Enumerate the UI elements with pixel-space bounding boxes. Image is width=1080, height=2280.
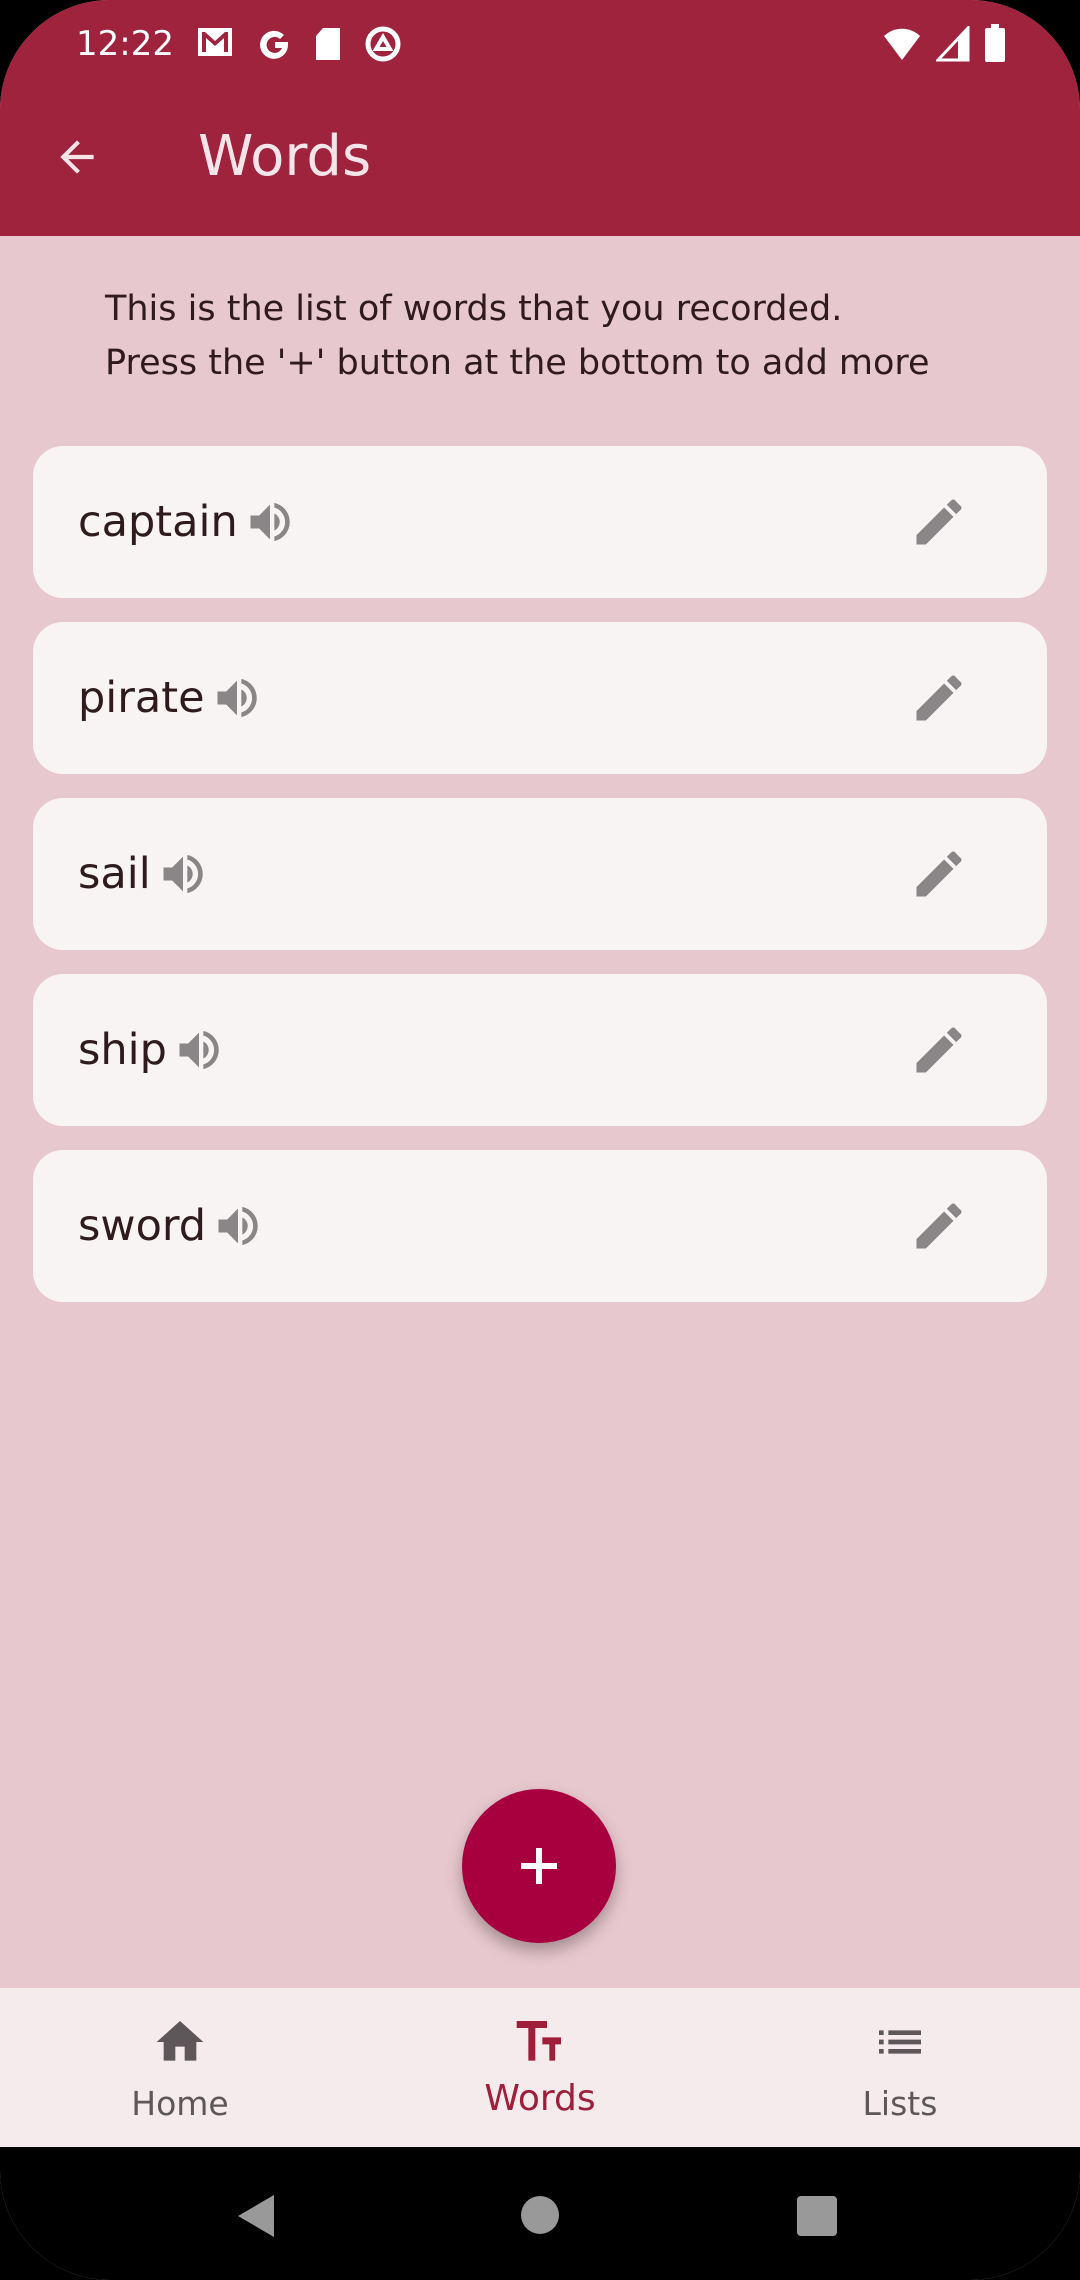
word-label: captain — [78, 497, 238, 547]
word-row: ship — [78, 1024, 225, 1076]
sd-card-icon — [315, 28, 340, 60]
word-row: sail — [78, 848, 209, 900]
speaker-icon[interactable] — [157, 848, 209, 900]
edit-icon[interactable] — [909, 1020, 969, 1080]
edit-icon[interactable] — [909, 668, 969, 728]
list-icon — [879, 2030, 921, 2054]
word-label: sail — [78, 849, 151, 899]
signal-icon — [936, 26, 970, 62]
speaker-icon[interactable] — [212, 1200, 264, 1252]
add-word-button[interactable] — [462, 1789, 616, 1943]
word-label: ship — [78, 1025, 167, 1075]
bottom-navigation: Home Words Lists — [0, 1988, 1080, 2147]
word-row: captain — [78, 496, 296, 548]
back-button[interactable] — [52, 132, 102, 182]
status-right — [882, 22, 1006, 66]
text-fields-icon — [516, 2021, 561, 2061]
word-card[interactable]: ship — [33, 974, 1047, 1126]
word-row: sword — [78, 1200, 264, 1252]
word-card[interactable]: pirate — [33, 622, 1047, 774]
speaker-icon[interactable] — [211, 672, 263, 724]
gmail-icon — [197, 28, 232, 56]
page-title: Words — [198, 124, 372, 189]
edit-icon[interactable] — [909, 1196, 969, 1256]
description-line: Press the '+' button at the bottom to ad… — [105, 343, 930, 383]
description: This is the list of words that you recor… — [105, 282, 930, 390]
word-label: pirate — [78, 673, 205, 723]
screen: 12:22 Words This is the list of words th… — [0, 0, 1080, 2280]
edit-icon[interactable] — [909, 492, 969, 552]
plus-icon — [521, 1848, 557, 1884]
google-icon — [260, 30, 289, 59]
description-line: This is the list of words that you recor… — [105, 289, 843, 329]
vpn-icon — [365, 26, 401, 62]
nav-words[interactable]: Words — [360, 1988, 720, 2147]
nav-home[interactable]: Home — [0, 1988, 360, 2147]
speaker-icon[interactable] — [173, 1024, 225, 1076]
nav-label: Lists — [862, 2084, 938, 2123]
nav-lists[interactable]: Lists — [720, 1988, 1080, 2147]
status-left: 12:22 — [76, 22, 402, 66]
word-card[interactable]: captain — [33, 446, 1047, 598]
speaker-icon[interactable] — [244, 496, 296, 548]
system-recents-button[interactable] — [797, 2196, 837, 2236]
clock: 12:22 — [76, 24, 174, 64]
system-back-button[interactable] — [236, 2193, 276, 2239]
wifi-icon — [884, 28, 920, 60]
nav-label: Words — [484, 2078, 596, 2119]
app-bar: 12:22 Words — [0, 0, 1080, 236]
system-navigation-bar — [0, 2147, 1080, 2280]
edit-icon[interactable] — [909, 844, 969, 904]
word-row: pirate — [78, 672, 263, 724]
nav-label: Home — [131, 2084, 229, 2123]
word-card[interactable]: sail — [33, 798, 1047, 950]
home-icon — [156, 2021, 204, 2061]
battery-icon — [985, 24, 1005, 62]
word-label: sword — [78, 1201, 207, 1251]
word-card[interactable]: sword — [33, 1150, 1047, 1302]
system-home-button[interactable] — [520, 2195, 560, 2235]
